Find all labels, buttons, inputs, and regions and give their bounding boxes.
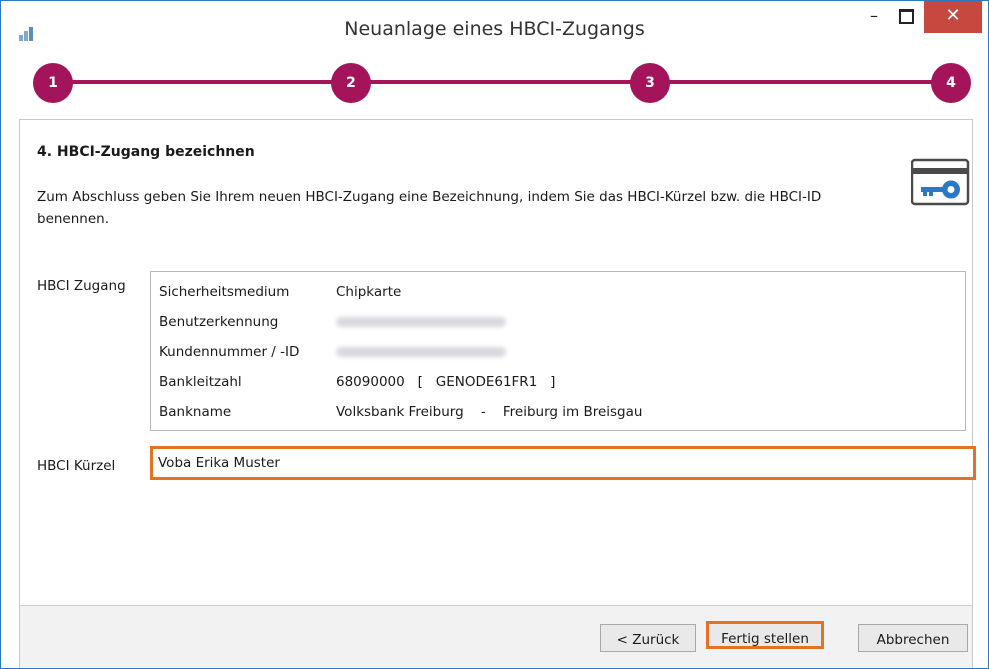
detail-value: 68090000 [ GENODE61FR1 ] — [336, 374, 556, 390]
card-key-icon — [910, 158, 971, 206]
cancel-button[interactable]: Abbrechen — [858, 624, 968, 652]
dialog-footer: < Zurück Fertig stellen Abbrechen — [19, 605, 973, 668]
step-2: 2 — [331, 63, 371, 103]
maximize-button[interactable] — [891, 1, 921, 33]
detail-key: Bankname — [159, 404, 232, 420]
close-button[interactable]: ✕ — [924, 1, 982, 33]
wizard-stepper: 1 2 3 4 — [1, 57, 988, 109]
step-4: 4 — [931, 63, 971, 103]
minimize-button[interactable]: – — [859, 1, 889, 33]
section-description: Zum Abschluss geben Sie Ihrem neuen HBCI… — [37, 189, 822, 227]
hbci-zugang-label: HBCI Zugang — [37, 278, 126, 294]
step-1: 1 — [33, 63, 73, 103]
detail-key: Sicherheitsmedium — [159, 284, 290, 300]
window-title: Neuanlage eines HBCI-Zugangs — [344, 18, 645, 40]
detail-key: Kundennummer / -ID — [159, 344, 300, 360]
maximize-icon — [898, 9, 914, 24]
dialog-window: Neuanlage eines HBCI-Zugangs – ✕ 1 2 3 4… — [0, 0, 989, 669]
stepper-line — [49, 80, 942, 84]
section-heading: 4. HBCI-Zugang bezeichnen — [37, 144, 255, 160]
finish-button[interactable]: Fertig stellen — [706, 621, 824, 649]
hbci-kuerzel-label: HBCI Kürzel — [37, 458, 116, 474]
step-3: 3 — [630, 63, 670, 103]
detail-value: Volksbank Freiburg - Freiburg im Breisga… — [336, 404, 643, 420]
back-button[interactable]: < Zurück — [600, 624, 696, 652]
redacted-value — [336, 317, 506, 327]
detail-value: Chipkarte — [336, 284, 402, 300]
detail-value-redacted — [336, 308, 936, 337]
detail-value-redacted — [336, 338, 936, 367]
detail-key: Benutzerkennung — [159, 314, 279, 330]
redacted-value — [336, 347, 506, 357]
hbci-zugang-details: Sicherheitsmedium Chipkarte Benutzerkenn… — [150, 271, 966, 431]
content-panel: 4. HBCI-Zugang bezeichnen Zum Abschluss … — [19, 119, 976, 606]
hbci-kuerzel-input[interactable] — [150, 446, 976, 480]
detail-key: Bankleitzahl — [159, 374, 242, 390]
title-bar: Neuanlage eines HBCI-Zugangs – ✕ — [1, 1, 988, 57]
